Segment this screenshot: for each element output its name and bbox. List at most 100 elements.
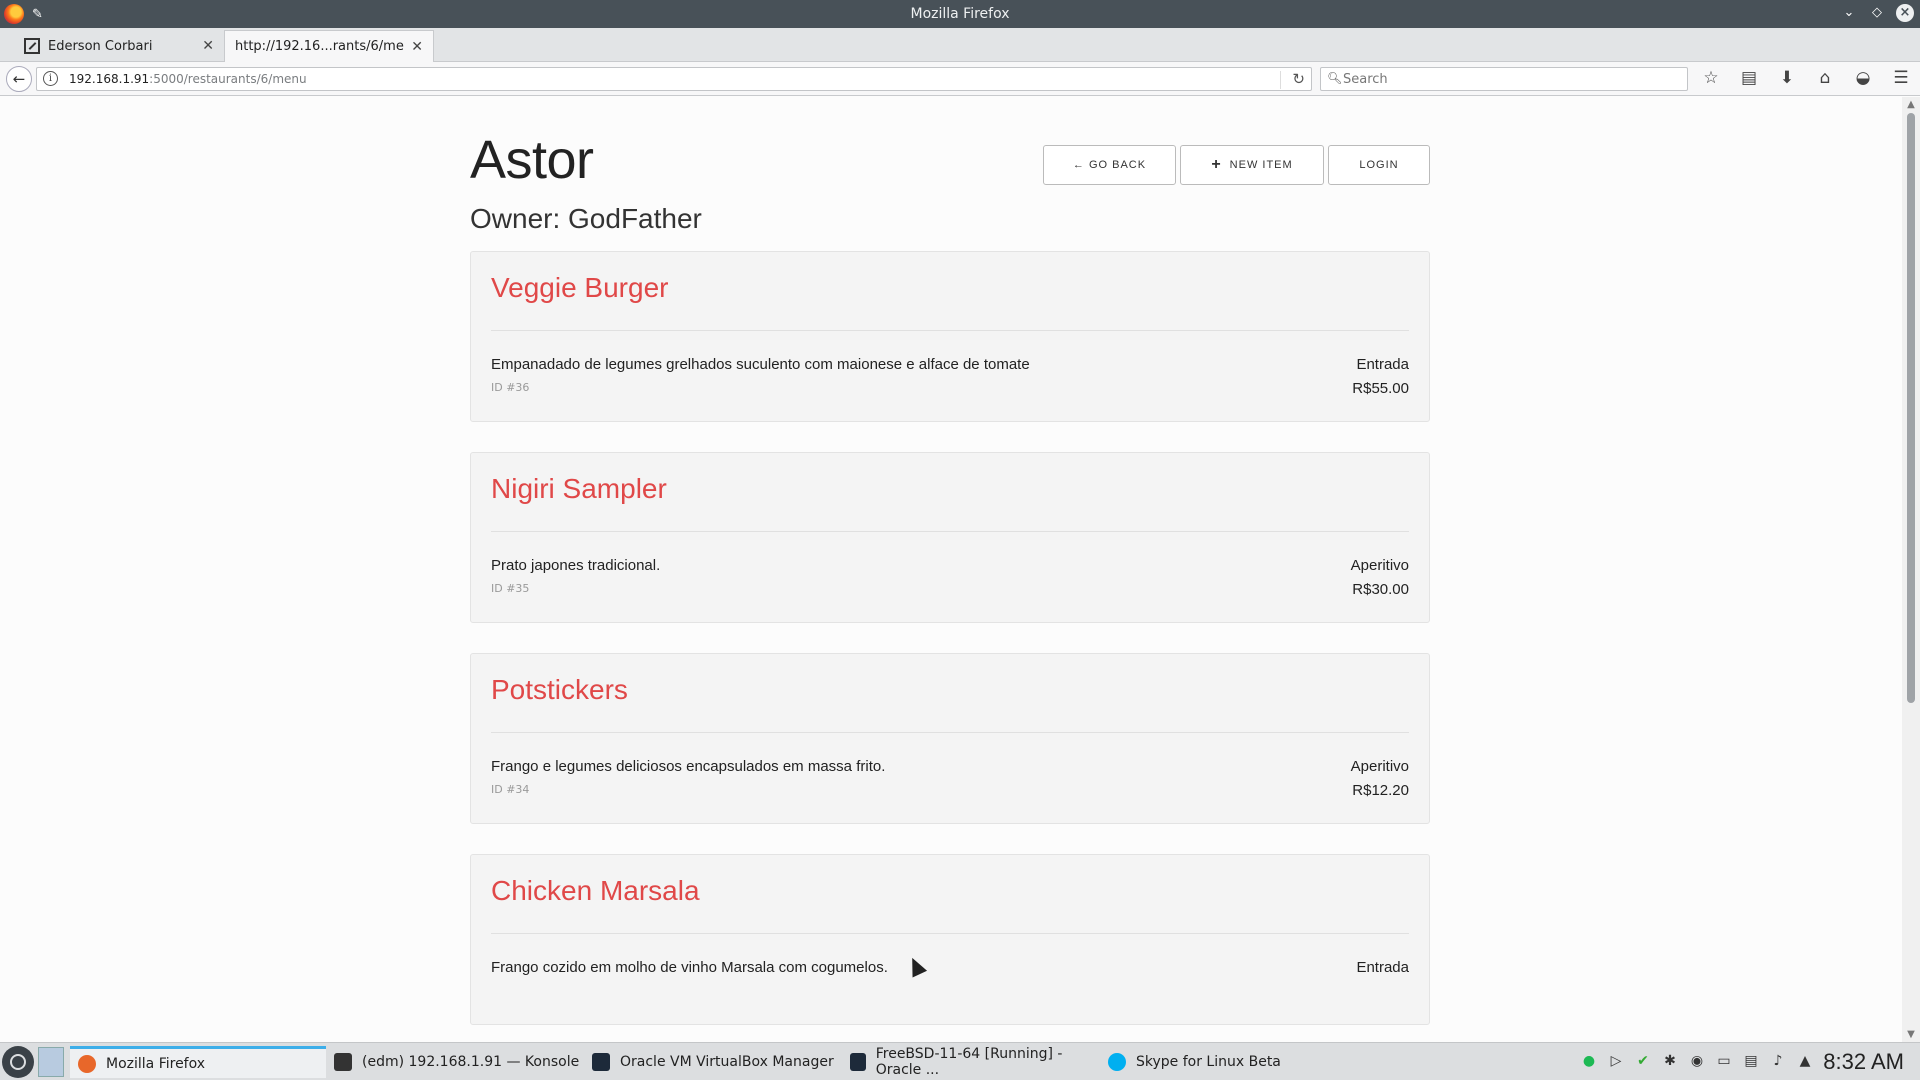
volume-icon[interactable]: ♪	[1769, 1052, 1787, 1070]
scroll-up-icon[interactable]: ▲	[1902, 99, 1920, 110]
menu-item-id: ID #36	[491, 381, 530, 394]
task-label: Oracle VM VirtualBox Manager	[620, 1054, 834, 1070]
hamburger-menu-icon[interactable]: ☰	[1890, 66, 1912, 90]
url-path: :5000/restaurants/6/menu	[149, 72, 307, 86]
scrollbar-thumb[interactable]	[1907, 113, 1915, 703]
task-konsole[interactable]: (edm) 192.168.1.91 — Konsole	[326, 1046, 582, 1078]
search-bar[interactable]: 🔍︎ Search	[1320, 67, 1688, 91]
window-title: Mozilla Firefox	[910, 6, 1010, 22]
vpn-icon[interactable]: ◉	[1688, 1052, 1706, 1070]
go-back-button[interactable]: ← GO BACK	[1043, 145, 1176, 185]
window-titlebar: ✎ Mozilla Firefox ⌄ ◇ ×	[0, 0, 1920, 28]
menu-item-id: ID #35	[491, 582, 530, 595]
url-host: 192.168.1.91	[69, 72, 150, 86]
info-icon[interactable]: i	[43, 71, 58, 86]
close-window-button[interactable]: ×	[1896, 4, 1914, 22]
plus-icon: +	[1211, 156, 1222, 173]
tab-close-icon[interactable]: ✕	[202, 38, 214, 54]
tab-restaurant-menu[interactable]: http://192.16...rants/6/menu ✕	[224, 30, 434, 62]
task-firefox[interactable]: Mozilla Firefox	[70, 1046, 326, 1078]
site-favicon-icon	[24, 38, 40, 54]
home-icon[interactable]: ⌂	[1814, 66, 1836, 90]
owner-label: Owner: GodFather	[470, 203, 702, 234]
login-button[interactable]: LOGIN	[1328, 145, 1430, 185]
firefox-icon	[78, 1054, 96, 1073]
menu-item-name[interactable]: Nigiri Sampler	[491, 473, 667, 505]
new-item-label: NEW ITEM	[1229, 159, 1293, 171]
search-icon: 🔍︎	[1327, 71, 1343, 85]
desktop-pager[interactable]	[38, 1047, 64, 1077]
menu-item-card: Chicken Marsala Frango cozido em molho d…	[470, 854, 1430, 1025]
tab-label: Ederson Corbari	[48, 38, 153, 54]
menu-item-card: Nigiri Sampler Prato japones tradicional…	[470, 452, 1430, 623]
network-icon[interactable]: ▭	[1715, 1052, 1733, 1070]
task-freebsd-vm[interactable]: FreeBSD-11-64 [Running] - Oracle ...	[842, 1046, 1098, 1078]
pocket-icon[interactable]: ◒	[1852, 66, 1874, 90]
task-virtualbox[interactable]: Oracle VM VirtualBox Manager	[584, 1046, 840, 1078]
page-viewport: Astor Owner: GodFather ← GO BACK + NEW IT…	[0, 97, 1902, 1042]
url-bar[interactable]: i 192.168.1.91:5000/restaurants/6/menu ↻	[36, 67, 1312, 91]
reload-icon[interactable]: ↻	[1292, 70, 1305, 88]
card-divider	[491, 330, 1409, 331]
task-skype[interactable]: Skype for Linux Beta	[1100, 1046, 1358, 1078]
tab-close-icon[interactable]: ✕	[411, 39, 423, 55]
toolbar-icons: ☆ ▤ ⬇ ⌂ ◒ ☰	[1700, 66, 1912, 90]
application-launcher-icon[interactable]	[2, 1046, 34, 1078]
task-label: Mozilla Firefox	[106, 1055, 206, 1072]
tab-label: http://192.16...rants/6/menu	[235, 39, 406, 54]
menu-item-course: Aperitivo	[1350, 557, 1409, 574]
reading-list-icon[interactable]: ▤	[1738, 66, 1760, 90]
virtualbox-icon	[592, 1053, 610, 1071]
skype-icon	[1108, 1053, 1126, 1071]
menu-item-price: R$12.20	[1352, 782, 1409, 799]
task-label: (edm) 192.168.1.91 — Konsole	[362, 1054, 580, 1070]
download-icon[interactable]: ⬇	[1776, 66, 1798, 90]
menu-item-name[interactable]: Chicken Marsala	[491, 875, 700, 907]
menu-item-id: ID #34	[491, 783, 530, 796]
tray-expand-icon[interactable]: ▲	[1796, 1052, 1814, 1070]
bluetooth-icon[interactable]: ✱	[1661, 1052, 1679, 1070]
system-tray: ● ▷ ✔ ✱ ◉ ▭ ▤ ♪ ▲	[1580, 1052, 1814, 1070]
update-ok-icon[interactable]: ✔	[1634, 1052, 1652, 1070]
page-scrollbar[interactable]: ▲ ▼	[1902, 97, 1920, 1042]
menu-item-name[interactable]: Veggie Burger	[491, 272, 668, 304]
browser-back-button[interactable]: ←	[6, 66, 32, 92]
url-text[interactable]: 192.168.1.91:5000/restaurants/6/menu	[69, 72, 307, 86]
scroll-down-icon[interactable]: ▼	[1902, 1029, 1920, 1040]
menu-item-price: R$55.00	[1352, 380, 1409, 397]
menu-item-course: Entrada	[1356, 356, 1409, 373]
new-item-button[interactable]: + NEW ITEM	[1180, 145, 1324, 185]
menu-item-price: R$30.00	[1352, 581, 1409, 598]
search-placeholder: Search	[1343, 72, 1388, 87]
system-taskbar: Mozilla Firefox (edm) 192.168.1.91 — Kon…	[0, 1042, 1920, 1080]
action-buttons: ← GO BACK + NEW ITEM LOGIN	[1043, 145, 1430, 185]
task-label: FreeBSD-11-64 [Running] - Oracle ...	[875, 1046, 1063, 1078]
tab-ederson-corbari[interactable]: Ederson Corbari ✕	[14, 30, 224, 62]
menu-item-course: Entrada	[1356, 959, 1409, 976]
menu-item-description: Frango cozido em molho de vinho Marsala …	[491, 959, 888, 976]
menu-item-description: Empanadado de legumes grelhados suculent…	[491, 356, 1030, 373]
card-divider	[491, 531, 1409, 532]
spotify-icon[interactable]: ●	[1580, 1052, 1598, 1070]
navigation-bar: ← i 192.168.1.91:5000/restaurants/6/menu…	[0, 62, 1920, 96]
card-divider	[491, 933, 1409, 934]
task-label: Skype for Linux Beta	[1136, 1054, 1281, 1070]
window-controls: ⌄ ◇ ×	[1840, 4, 1914, 22]
clock[interactable]: 8:32 AM	[1823, 1049, 1904, 1075]
menu-item-card: Veggie Burger Empanadado de legumes grel…	[470, 251, 1430, 422]
vm-window-icon	[850, 1053, 866, 1071]
media-play-icon[interactable]: ▷	[1607, 1052, 1625, 1070]
menu-item-card: Potstickers Frango e legumes deliciosos …	[470, 653, 1430, 824]
clipboard-icon[interactable]: ▤	[1742, 1052, 1760, 1070]
menu-item-description: Prato japones tradicional.	[491, 557, 661, 574]
terminal-icon	[334, 1053, 352, 1071]
url-separator	[1280, 71, 1281, 89]
minimize-icon[interactable]: ⌄	[1840, 4, 1858, 22]
bookmark-star-icon[interactable]: ☆	[1700, 66, 1722, 90]
menu-item-name[interactable]: Potstickers	[491, 674, 628, 706]
tab-bar: Ederson Corbari ✕ http://192.16...rants/…	[0, 28, 1920, 84]
card-divider	[491, 732, 1409, 733]
menu-item-course: Aperitivo	[1350, 758, 1409, 775]
menu-item-description: Frango e legumes deliciosos encapsulados…	[491, 758, 886, 775]
maximize-icon[interactable]: ◇	[1868, 4, 1886, 22]
